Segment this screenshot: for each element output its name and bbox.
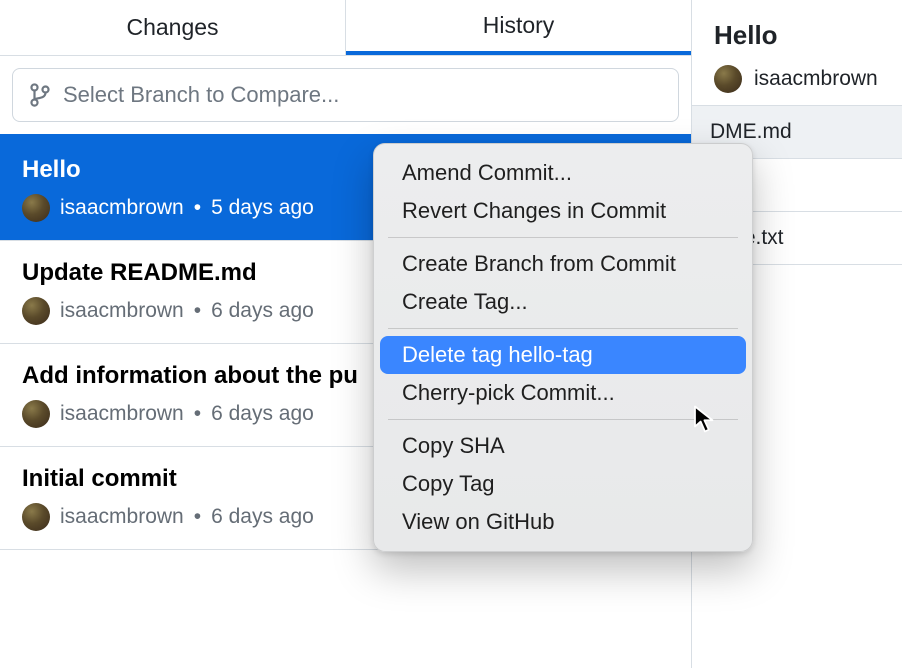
commit-author: isaacmbrown [60, 505, 184, 529]
git-branch-icon [29, 82, 51, 108]
tab-changes-label: Changes [126, 14, 218, 41]
detail-title: Hello [714, 20, 880, 51]
separator-dot: • [194, 402, 201, 426]
ctx-copy-sha[interactable]: Copy SHA [380, 427, 746, 465]
avatar [22, 194, 50, 222]
tabs-bar: Changes History [0, 0, 691, 56]
commit-author: isaacmbrown [60, 402, 184, 426]
detail-author: isaacmbrown [754, 67, 878, 91]
separator-dot: • [194, 299, 201, 323]
detail-meta: isaacmbrown [714, 65, 880, 93]
branch-compare-placeholder: Select Branch to Compare... [63, 82, 339, 108]
avatar [22, 503, 50, 531]
avatar [22, 400, 50, 428]
separator-dot: • [194, 196, 201, 220]
branch-compare-dropdown[interactable]: Select Branch to Compare... [12, 68, 679, 122]
ctx-delete-tag[interactable]: Delete tag hello-tag [380, 336, 746, 374]
ctx-create-branch[interactable]: Create Branch from Commit [380, 245, 746, 283]
commit-author: isaacmbrown [60, 196, 184, 220]
ctx-copy-tag[interactable]: Copy Tag [380, 465, 746, 503]
commit-time: 6 days ago [211, 402, 314, 426]
ctx-separator [388, 237, 738, 238]
avatar [714, 65, 742, 93]
commit-time: 5 days ago [211, 196, 314, 220]
commit-time: 6 days ago [211, 299, 314, 323]
ctx-view-github[interactable]: View on GitHub [380, 503, 746, 541]
ctx-separator [388, 328, 738, 329]
separator-dot: • [194, 505, 201, 529]
commit-time: 6 days ago [211, 505, 314, 529]
tab-history[interactable]: History [346, 0, 691, 55]
ctx-separator [388, 419, 738, 420]
file-name: DME.md [710, 120, 792, 143]
commit-author: isaacmbrown [60, 299, 184, 323]
ctx-amend-commit[interactable]: Amend Commit... [380, 154, 746, 192]
tab-changes[interactable]: Changes [0, 0, 346, 55]
ctx-cherry-pick[interactable]: Cherry-pick Commit... [380, 374, 746, 412]
context-menu: Amend Commit... Revert Changes in Commit… [373, 143, 753, 552]
tab-history-label: History [483, 12, 555, 39]
avatar [22, 297, 50, 325]
ctx-create-tag[interactable]: Create Tag... [380, 283, 746, 321]
ctx-revert-changes[interactable]: Revert Changes in Commit [380, 192, 746, 230]
